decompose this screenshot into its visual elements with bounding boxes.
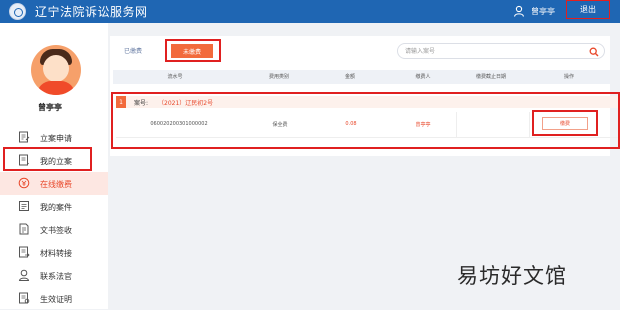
column-divider — [456, 112, 457, 138]
sidebar-item-certificate[interactable]: 生效证明 — [0, 287, 108, 310]
avatar-face — [43, 55, 69, 82]
cell-amount: 0.08 — [345, 121, 357, 127]
certificate-icon — [19, 292, 30, 304]
payment-icon — [18, 177, 30, 189]
user-icon — [513, 5, 525, 17]
site-title: 辽宁法院诉讼服务网 — [35, 5, 148, 19]
cell-fee-type: 保全费 — [272, 122, 288, 128]
court-emblem-icon — [9, 3, 26, 20]
pay-button[interactable]: 缴费 — [542, 117, 588, 130]
top-header: 辽宁法院诉讼服务网 曾亭亭 退出 — [0, 0, 620, 23]
column-header-fee-type: 费用类别 — [268, 74, 290, 80]
case-number-label: 案号: — [134, 100, 149, 107]
column-header-action: 操作 — [563, 74, 575, 80]
sidebar-item-label: 我的案件 — [40, 203, 72, 212]
table-header: 流水号 费用类别 金额 缴费人 缴费截止日期 操作 — [113, 70, 610, 84]
header-user-name[interactable]: 曾亭亭 — [531, 6, 555, 17]
payment-menu-highlight — [3, 147, 92, 171]
column-header-payer: 缴费人 — [415, 74, 431, 80]
case-number: （2021）辽民初2号 — [158, 100, 214, 107]
watermark: 易坊好文馆 — [457, 264, 567, 288]
case-group-highlight: 1 案号: （2021）辽民初2号 060020200301000002 保全费… — [111, 92, 620, 149]
sidebar-item-label: 联系法官 — [40, 272, 72, 281]
sidebar-item-filing[interactable]: 立案申请 — [0, 126, 108, 149]
search-icon[interactable] — [589, 47, 599, 57]
tab-unpaid[interactable]: 未缴费 — [171, 44, 213, 58]
cell-payer: 曾亭亭 — [415, 122, 431, 128]
column-header-serial: 流水号 — [167, 74, 183, 80]
cell-serial: 060020200301000002 — [150, 121, 208, 127]
sidebar-item-documents[interactable]: 文书签收 — [0, 218, 108, 241]
sidebar-item-label: 材料转接 — [40, 249, 72, 258]
case-header: 1 案号: （2021）辽民初2号 — [116, 96, 618, 108]
sidebar-user-name: 曾亭亭 — [38, 103, 62, 112]
document-icon — [19, 223, 29, 235]
avatar-body — [37, 81, 75, 95]
case-index-badge: 1 — [116, 96, 126, 108]
sidebar-item-label: 在线缴费 — [40, 180, 72, 189]
payment-panel: 已缴费 未缴费 流水号 费用类别 金额 缴费人 缴费截止日期 操作 1 案号: … — [110, 36, 620, 156]
pay-button-highlight: 缴费 — [532, 110, 598, 136]
column-header-amount: 金额 — [344, 74, 356, 80]
sidebar-item-materials[interactable]: 材料转接 — [0, 241, 108, 264]
tab-paid[interactable]: 已缴费 — [124, 46, 142, 55]
column-header-deadline: 缴费截止日期 — [475, 74, 507, 80]
search-box — [397, 43, 605, 59]
sidebar-item-payment[interactable]: 在线缴费 — [0, 172, 108, 195]
sidebar-item-label: 立案申请 — [40, 134, 72, 143]
search-input[interactable] — [405, 46, 575, 57]
sidebar-item-label: 生效证明 — [40, 295, 72, 304]
sidebar-item-label: 文书签收 — [40, 226, 72, 235]
my-case-icon — [19, 201, 29, 211]
column-divider — [529, 112, 530, 138]
material-icon — [19, 246, 30, 258]
avatar — [31, 45, 81, 95]
filing-icon — [19, 131, 30, 143]
sidebar-item-my-cases[interactable]: 我的案件 — [0, 195, 108, 218]
logout-button[interactable]: 退出 — [566, 0, 610, 19]
judge-icon — [18, 269, 30, 281]
sidebar-item-contact-judge[interactable]: 联系法官 — [0, 264, 108, 287]
